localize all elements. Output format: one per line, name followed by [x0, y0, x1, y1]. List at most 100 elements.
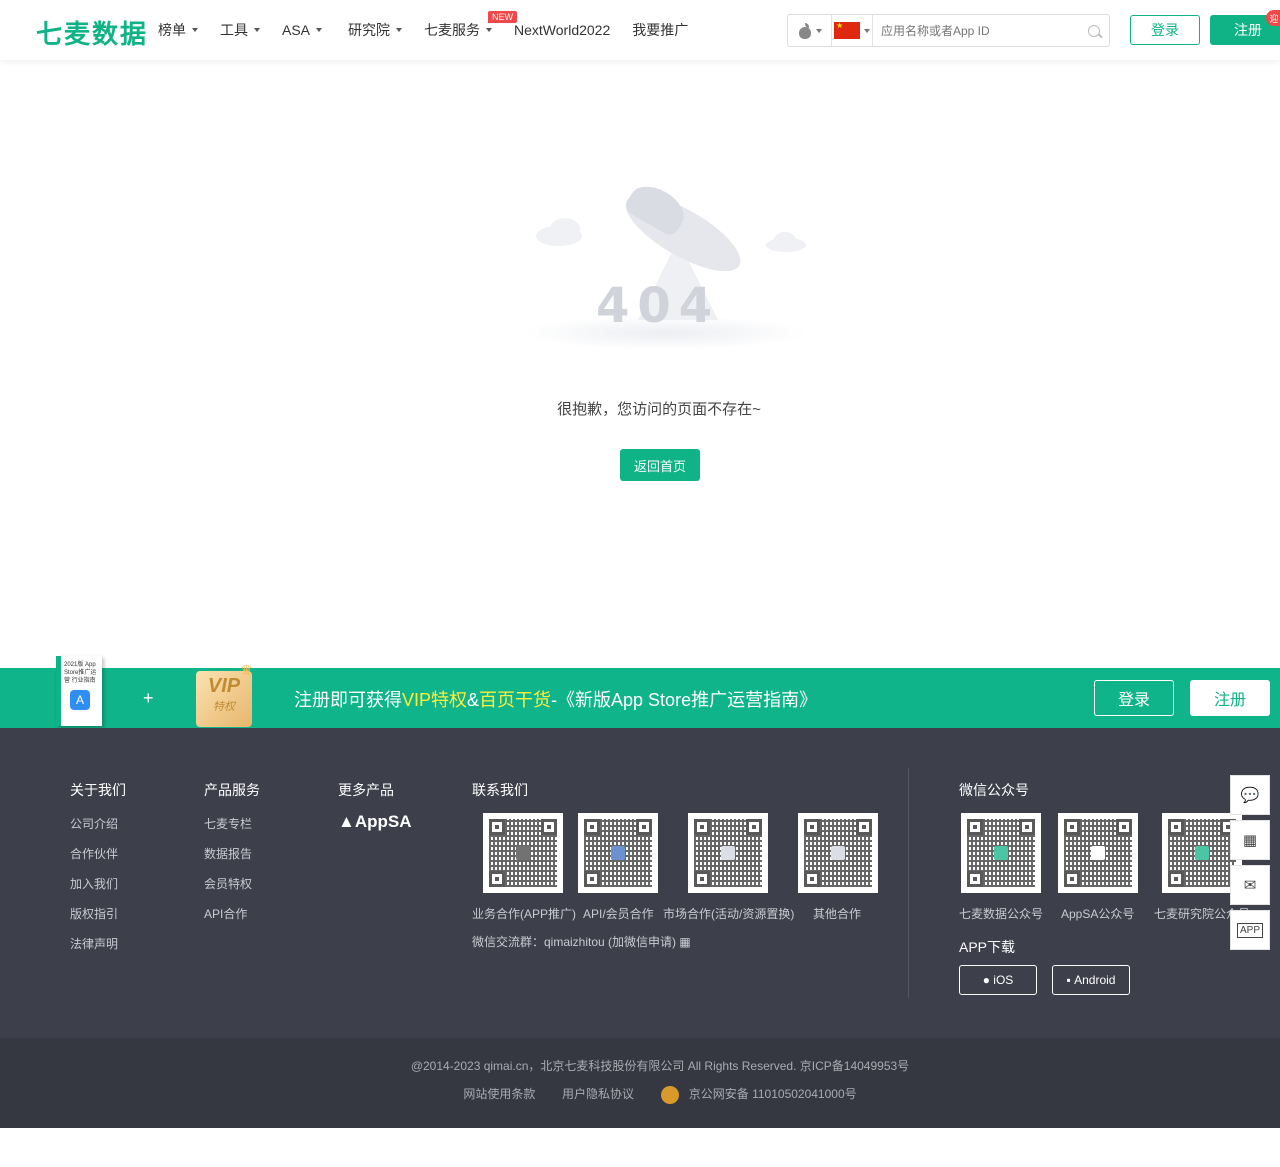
country-select[interactable]: [832, 15, 872, 46]
search-input[interactable]: [872, 15, 1081, 46]
wechat-group-info: 微信交流群：qimaizhitou (加微信申请) ▦: [472, 933, 691, 950]
chevron-down-icon: [192, 28, 198, 32]
android-label: Android: [1074, 973, 1116, 987]
police-record-link[interactable]: 京公网安备 11010502041000号: [689, 1087, 857, 1101]
privacy-link[interactable]: 用户隐私协议: [562, 1087, 634, 1101]
download-ios-button[interactable]: ● iOS: [959, 965, 1037, 995]
nav-item-services[interactable]: 七麦服务 NEW: [424, 11, 518, 40]
qr-label-market: 市场合作(活动/资源置换): [663, 907, 795, 921]
promo-pages-highlight: 百页干货: [479, 690, 552, 710]
footer-wechat-title: 微信公众号: [959, 782, 1029, 798]
platform-select[interactable]: [788, 15, 832, 46]
welcome-badge: 迎: [1266, 10, 1280, 26]
cloud-right-top: [774, 232, 796, 248]
app-tool[interactable]: APP: [1230, 910, 1270, 950]
promo-headline: 注册即可获得VIP特权&百页干货-《新版App Store推广运营指南》: [294, 686, 817, 712]
footer-link-api[interactable]: API合作: [204, 905, 247, 922]
footer-link-company[interactable]: 公司介绍: [70, 815, 118, 832]
qr-mini-icon[interactable]: ▦: [679, 935, 690, 949]
chat-tool[interactable]: 💬: [1230, 775, 1270, 815]
qr-label-business: 业务合作(APP推广): [472, 907, 577, 921]
footer-link-partners[interactable]: 合作伙伴: [70, 845, 118, 862]
site-logo[interactable]: 七麦数据: [36, 14, 148, 51]
police-badge-icon: [660, 1085, 679, 1104]
mail-icon: ✉: [1243, 877, 1257, 894]
copyright-text: @2014-2023 qimai.cn，北京七麦科技股份有限公司 All Rig…: [410, 1059, 910, 1073]
book-spine: [56, 656, 61, 726]
vip-badge: VIP 特权: [196, 671, 252, 727]
qr-market: [688, 813, 768, 893]
error-message: 很抱歉，您访问的页面不存在~: [557, 401, 761, 418]
nav-item-promote[interactable]: 我要推广: [632, 20, 688, 40]
chevron-down-icon: [815, 28, 822, 33]
qr-code-icon: ▦: [1242, 832, 1258, 849]
back-home-button[interactable]: 返回首页: [620, 449, 700, 481]
qr-qimai-official: [961, 813, 1041, 893]
chat-icon: 💬: [1240, 787, 1260, 804]
footer-more-title: 更多产品: [338, 782, 394, 798]
footer-link-copyright[interactable]: 版权指引: [70, 905, 118, 922]
promo-plus: +: [143, 688, 154, 708]
footer-products-title: 产品服务: [204, 782, 260, 798]
legal-links: 网站使用条款 用户隐私协议 京公网安备 11010502041000号: [0, 1085, 1280, 1104]
nav-item-research[interactable]: 研究院: [348, 20, 403, 40]
cloud-left-top: [550, 218, 580, 240]
chevron-down-icon: [396, 28, 403, 32]
footer-link-column[interactable]: 七麦专栏: [204, 815, 252, 832]
copyright-bar: [0, 1038, 1280, 1128]
footer-link-join[interactable]: 加入我们: [70, 875, 118, 892]
qr-label-qimai: 七麦数据公众号: [959, 907, 1044, 921]
qr-label-other: 其他合作: [813, 907, 862, 921]
qr-label-appsa: AppSA公众号: [1061, 907, 1135, 921]
promo-login-button[interactable]: 登录: [1094, 680, 1174, 716]
nav-item-tools[interactable]: 工具: [220, 20, 260, 40]
qr-tool[interactable]: ▦: [1230, 820, 1270, 860]
qr-api: [578, 813, 658, 893]
chevron-down-icon: [864, 28, 870, 33]
footer-link-reports[interactable]: 数据报告: [204, 845, 252, 862]
footer-contact-title: 联系我们: [472, 782, 528, 798]
appsa-logo-mark: ▲: [338, 812, 355, 831]
search-icon[interactable]: [1081, 15, 1109, 46]
error-code: 404: [596, 278, 721, 334]
vip-sub-label: 特权: [213, 701, 235, 713]
promo-register-button[interactable]: 注册: [1190, 680, 1270, 716]
apple-icon: [798, 22, 812, 39]
nav-item-rankings[interactable]: 榜单: [158, 20, 198, 40]
qr-appsa-official: [1058, 813, 1138, 893]
footer-link-legal[interactable]: 法律声明: [70, 935, 118, 952]
nav-label: NextWorld2022: [514, 22, 611, 38]
nav-label: 榜单: [158, 22, 186, 38]
promo-vip-highlight: VIP特权: [402, 690, 468, 710]
book-title: 2021版 App Store推广运营 行业指南: [64, 662, 97, 684]
top-header: 七麦数据 榜单 工具 ASA 研究院 七麦服务 NEW NextWorld2022…: [0, 0, 1280, 60]
terms-link[interactable]: 网站使用条款: [463, 1087, 535, 1101]
footer-divider: [908, 768, 909, 998]
chevron-down-icon: [486, 28, 493, 32]
appsa-logo-text: AppSA: [354, 812, 412, 831]
feedback-tool[interactable]: ✉: [1230, 865, 1270, 905]
nav-label: 我要推广: [632, 22, 689, 38]
nav-item-nextworld[interactable]: NextWorld2022: [514, 22, 610, 38]
footer-link-membership[interactable]: 会员特权: [204, 875, 252, 892]
chevron-down-icon: [254, 28, 260, 32]
appsa-logo[interactable]: ▲AppSA: [338, 812, 412, 832]
promo-suffix: -《新版App Store推广运营指南》: [551, 690, 818, 710]
nav-item-asa[interactable]: ASA: [282, 22, 323, 38]
new-badge: NEW: [488, 11, 518, 23]
china-flag-icon: [834, 21, 860, 39]
qr-business: [483, 813, 563, 893]
main-nav: 榜单 工具 ASA 研究院 七麦服务 NEW NextWorld2022 我要推广: [158, 0, 710, 60]
download-android-button[interactable]: ▪ Android: [1052, 965, 1130, 995]
login-button[interactable]: 登录: [1130, 15, 1200, 45]
footer-about-title: 关于我们: [70, 782, 126, 798]
guide-book-image: 2021版 App Store推广运营 行业指南 A: [56, 656, 102, 726]
ios-label: iOS: [993, 973, 1014, 987]
qr-label-api: API/会员合作: [583, 907, 654, 921]
app-search-box: [787, 14, 1110, 47]
crown-icon: ♛: [240, 662, 253, 678]
not-found-illustration: 404: [520, 177, 810, 350]
apple-icon: ●: [982, 973, 994, 987]
app-icon: APP: [1236, 922, 1263, 938]
chevron-down-icon: [316, 28, 323, 32]
